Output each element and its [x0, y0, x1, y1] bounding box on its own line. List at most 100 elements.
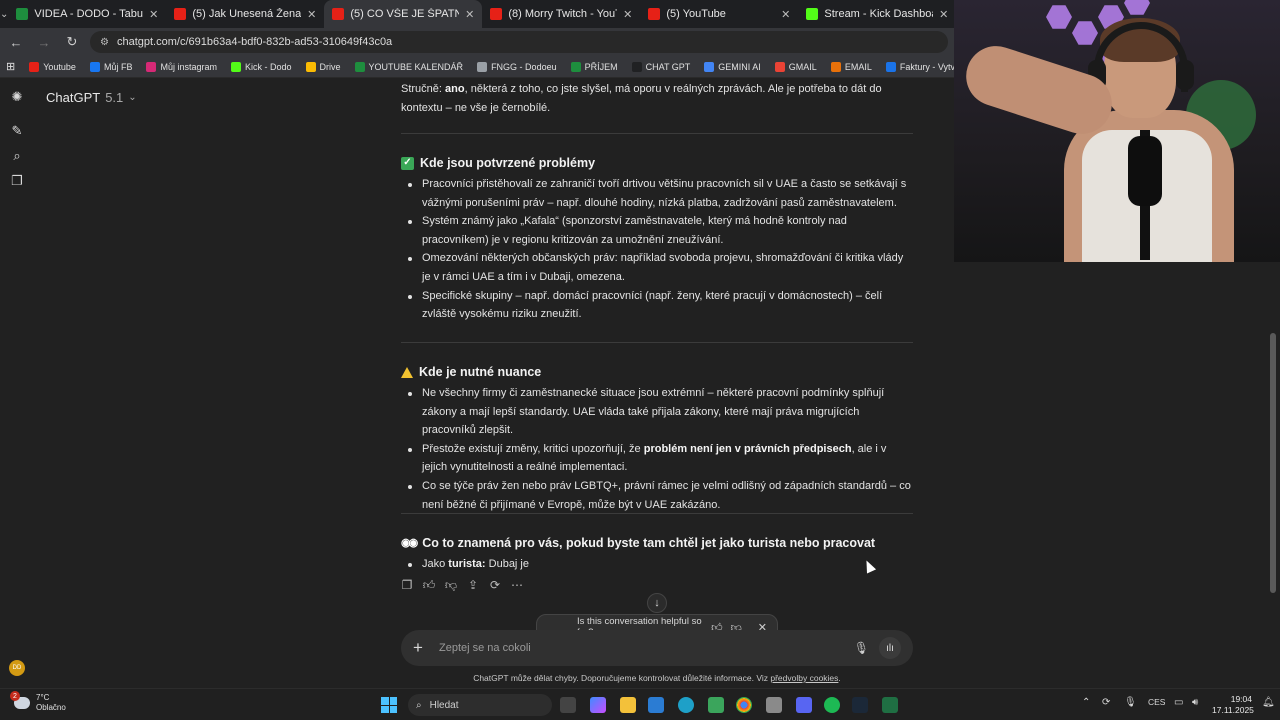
- sync-icon[interactable]: ⟳: [1102, 697, 1110, 708]
- thumbs-up-icon[interactable]: 👍︎: [423, 578, 436, 592]
- close-tab-icon[interactable]: ✕: [939, 8, 948, 21]
- tab-search-chevron-icon[interactable]: ⌄: [0, 0, 8, 28]
- new-chat-icon[interactable]: ✎: [10, 123, 24, 138]
- browser-tab[interactable]: Stream - Kick Dashboard ✕: [798, 0, 956, 28]
- plus-icon[interactable]: +: [413, 638, 427, 658]
- apps-grid-icon[interactable]: ⊞: [6, 60, 15, 73]
- steam-icon[interactable]: [852, 697, 868, 713]
- forward-arrow-icon[interactable]: →: [34, 32, 54, 52]
- taskbar-search[interactable]: ⌕ Hledat: [408, 694, 552, 716]
- list-item: Specifické skupiny – např. domácí pracov…: [408, 287, 913, 324]
- user-avatar[interactable]: DD: [9, 660, 25, 676]
- browser-tab[interactable]: (8) Morry Twitch - YouTube ✕: [482, 0, 640, 28]
- headphone-cup: [1176, 60, 1194, 90]
- chat-sidebar-rail: ✺ ✎ ⌕ ❐ DD: [0, 78, 34, 688]
- library-icon[interactable]: ❐: [10, 173, 24, 188]
- weather-widget[interactable]: 2 7°C Oblačno: [10, 691, 66, 713]
- list-item: Co se týče práv žen nebo práv LGBTQ+, pr…: [408, 477, 913, 514]
- bookmark-label: Kick - Dodo: [244, 61, 292, 72]
- notifications-icon[interactable]: 🔔︎: [1262, 697, 1275, 708]
- disclaimer-text: ChatGPT může dělat chyby. Doporučujeme k…: [473, 673, 841, 683]
- youtube-icon: [648, 8, 661, 20]
- start-button[interactable]: [381, 697, 397, 713]
- bookmark-favicon-icon: [305, 61, 316, 72]
- bookmark-label: Drive: [319, 61, 341, 72]
- bookmark-item[interactable]: Můj FB: [89, 61, 132, 72]
- voice-mode-button[interactable]: ılı: [879, 637, 901, 659]
- tab-title: VIDEA - DODO - Tabulky Googl: [34, 8, 143, 20]
- openai-logo-icon[interactable]: ✺: [10, 89, 24, 104]
- close-tab-icon[interactable]: ✕: [307, 8, 316, 21]
- spotify-icon[interactable]: [824, 697, 840, 713]
- close-tab-icon[interactable]: ✕: [623, 8, 632, 21]
- browser-tab[interactable]: (5) CO VŠE JE ŠPATNĚ S DUBAJ ✕: [324, 0, 483, 28]
- chevron-up-icon[interactable]: ⌃: [1082, 697, 1090, 708]
- volume-icon[interactable]: 🔊︎: [1192, 697, 1198, 708]
- tab-title: Stream - Kick Dashboard: [824, 8, 933, 20]
- bookmark-item[interactable]: Můj instagram: [146, 61, 217, 72]
- more-options-icon[interactable]: ⋯: [511, 578, 523, 592]
- microphone-icon[interactable]: 🎙︎: [1124, 697, 1137, 708]
- bookmark-item[interactable]: FNGG - Dodoeu: [477, 61, 557, 72]
- bookmark-item[interactable]: Faktury - Vytváření: [885, 61, 954, 72]
- browser-nav-bar: ← → ↻ ⚙ chatgpt.com/c/691b63a4-bdf0-832b…: [0, 28, 954, 56]
- search-icon[interactable]: ⌕: [10, 148, 24, 163]
- browser-tab[interactable]: VIDEA - DODO - Tabulky Googl ✕: [8, 0, 166, 28]
- prompt-input[interactable]: [437, 641, 844, 655]
- calculator-icon[interactable]: [766, 697, 782, 713]
- address-bar[interactable]: ⚙ chatgpt.com/c/691b63a4-bdf0-832b-ad53-…: [90, 31, 948, 53]
- input-language[interactable]: CES: [1148, 697, 1165, 707]
- file-explorer-icon[interactable]: [620, 697, 636, 713]
- outlook-icon[interactable]: [648, 697, 664, 713]
- bookmark-item[interactable]: YOUTUBE KALENDÁŘ: [354, 61, 463, 72]
- browser-tab[interactable]: (5) YouTube ✕: [640, 0, 798, 28]
- close-tab-icon[interactable]: ✕: [465, 8, 474, 21]
- app-icon[interactable]: [708, 697, 724, 713]
- microphone-icon[interactable]: 🎙︎: [854, 641, 869, 655]
- thumbs-down-icon[interactable]: 👎︎: [445, 578, 457, 592]
- site-info-icon[interactable]: ⚙: [100, 37, 109, 48]
- system-clock[interactable]: 19:04 17.11.2025: [1212, 694, 1254, 716]
- notification-badge: 2: [10, 691, 20, 701]
- share-icon[interactable]: ⇪: [467, 578, 479, 592]
- terminal-icon[interactable]: [882, 697, 898, 713]
- back-arrow-icon[interactable]: ←: [6, 32, 26, 52]
- list-for-you: Jako turista: Dubaj je: [401, 555, 913, 574]
- bookmark-item[interactable]: Kick - Dodo: [230, 61, 292, 72]
- network-icon[interactable]: ▭: [1174, 697, 1183, 708]
- discord-icon[interactable]: [796, 697, 812, 713]
- bookmark-item[interactable]: EMAIL: [830, 61, 872, 72]
- bookmark-favicon-icon: [570, 61, 581, 72]
- bookmark-item[interactable]: Drive: [305, 61, 341, 72]
- copilot-icon[interactable]: [590, 697, 606, 713]
- section-heading-for-you: ◉◉ Co to znamená pro vás, pokud byste ta…: [401, 534, 875, 553]
- task-view-icon[interactable]: [560, 697, 576, 713]
- regenerate-icon[interactable]: ⟳: [489, 578, 501, 592]
- bookmark-item[interactable]: Youtube: [29, 61, 76, 72]
- cookie-preferences-link[interactable]: předvolby cookies: [770, 673, 838, 683]
- copy-icon[interactable]: ❐: [401, 578, 413, 592]
- waveform-icon: ılı: [886, 642, 894, 654]
- list-item: Ne všechny firmy či zaměstnanecké situac…: [408, 384, 913, 440]
- bookmark-favicon-icon: [704, 61, 715, 72]
- bookmark-favicon-icon: [774, 61, 785, 72]
- close-tab-icon[interactable]: ✕: [781, 8, 790, 21]
- chrome-icon[interactable]: [736, 697, 752, 713]
- sheets-icon: [16, 8, 29, 20]
- close-tab-icon[interactable]: ✕: [149, 8, 158, 21]
- search-label: Hledat: [429, 699, 459, 711]
- reload-icon[interactable]: ↻: [62, 32, 82, 52]
- model-selector[interactable]: ChatGPT 5.1 ⌄: [46, 90, 137, 105]
- bookmark-favicon-icon: [89, 61, 100, 72]
- bookmark-item[interactable]: GEMINI AI: [704, 61, 761, 72]
- bookmark-item[interactable]: CHAT GPT: [631, 61, 690, 72]
- browser-tab[interactable]: (5) Jak Unesená Žena Přežila 8 ✕: [166, 0, 324, 28]
- page-scrollbar[interactable]: [1270, 333, 1276, 593]
- bookmark-item[interactable]: GMAIL: [774, 61, 817, 72]
- divider: [401, 513, 913, 514]
- bookmark-item[interactable]: PŘÍJEM: [570, 61, 618, 72]
- weather-description: Oblačno: [36, 703, 66, 712]
- edge-icon[interactable]: [678, 697, 694, 713]
- scroll-to-bottom-button[interactable]: ↓: [647, 593, 667, 613]
- bookmark-favicon-icon: [354, 61, 365, 72]
